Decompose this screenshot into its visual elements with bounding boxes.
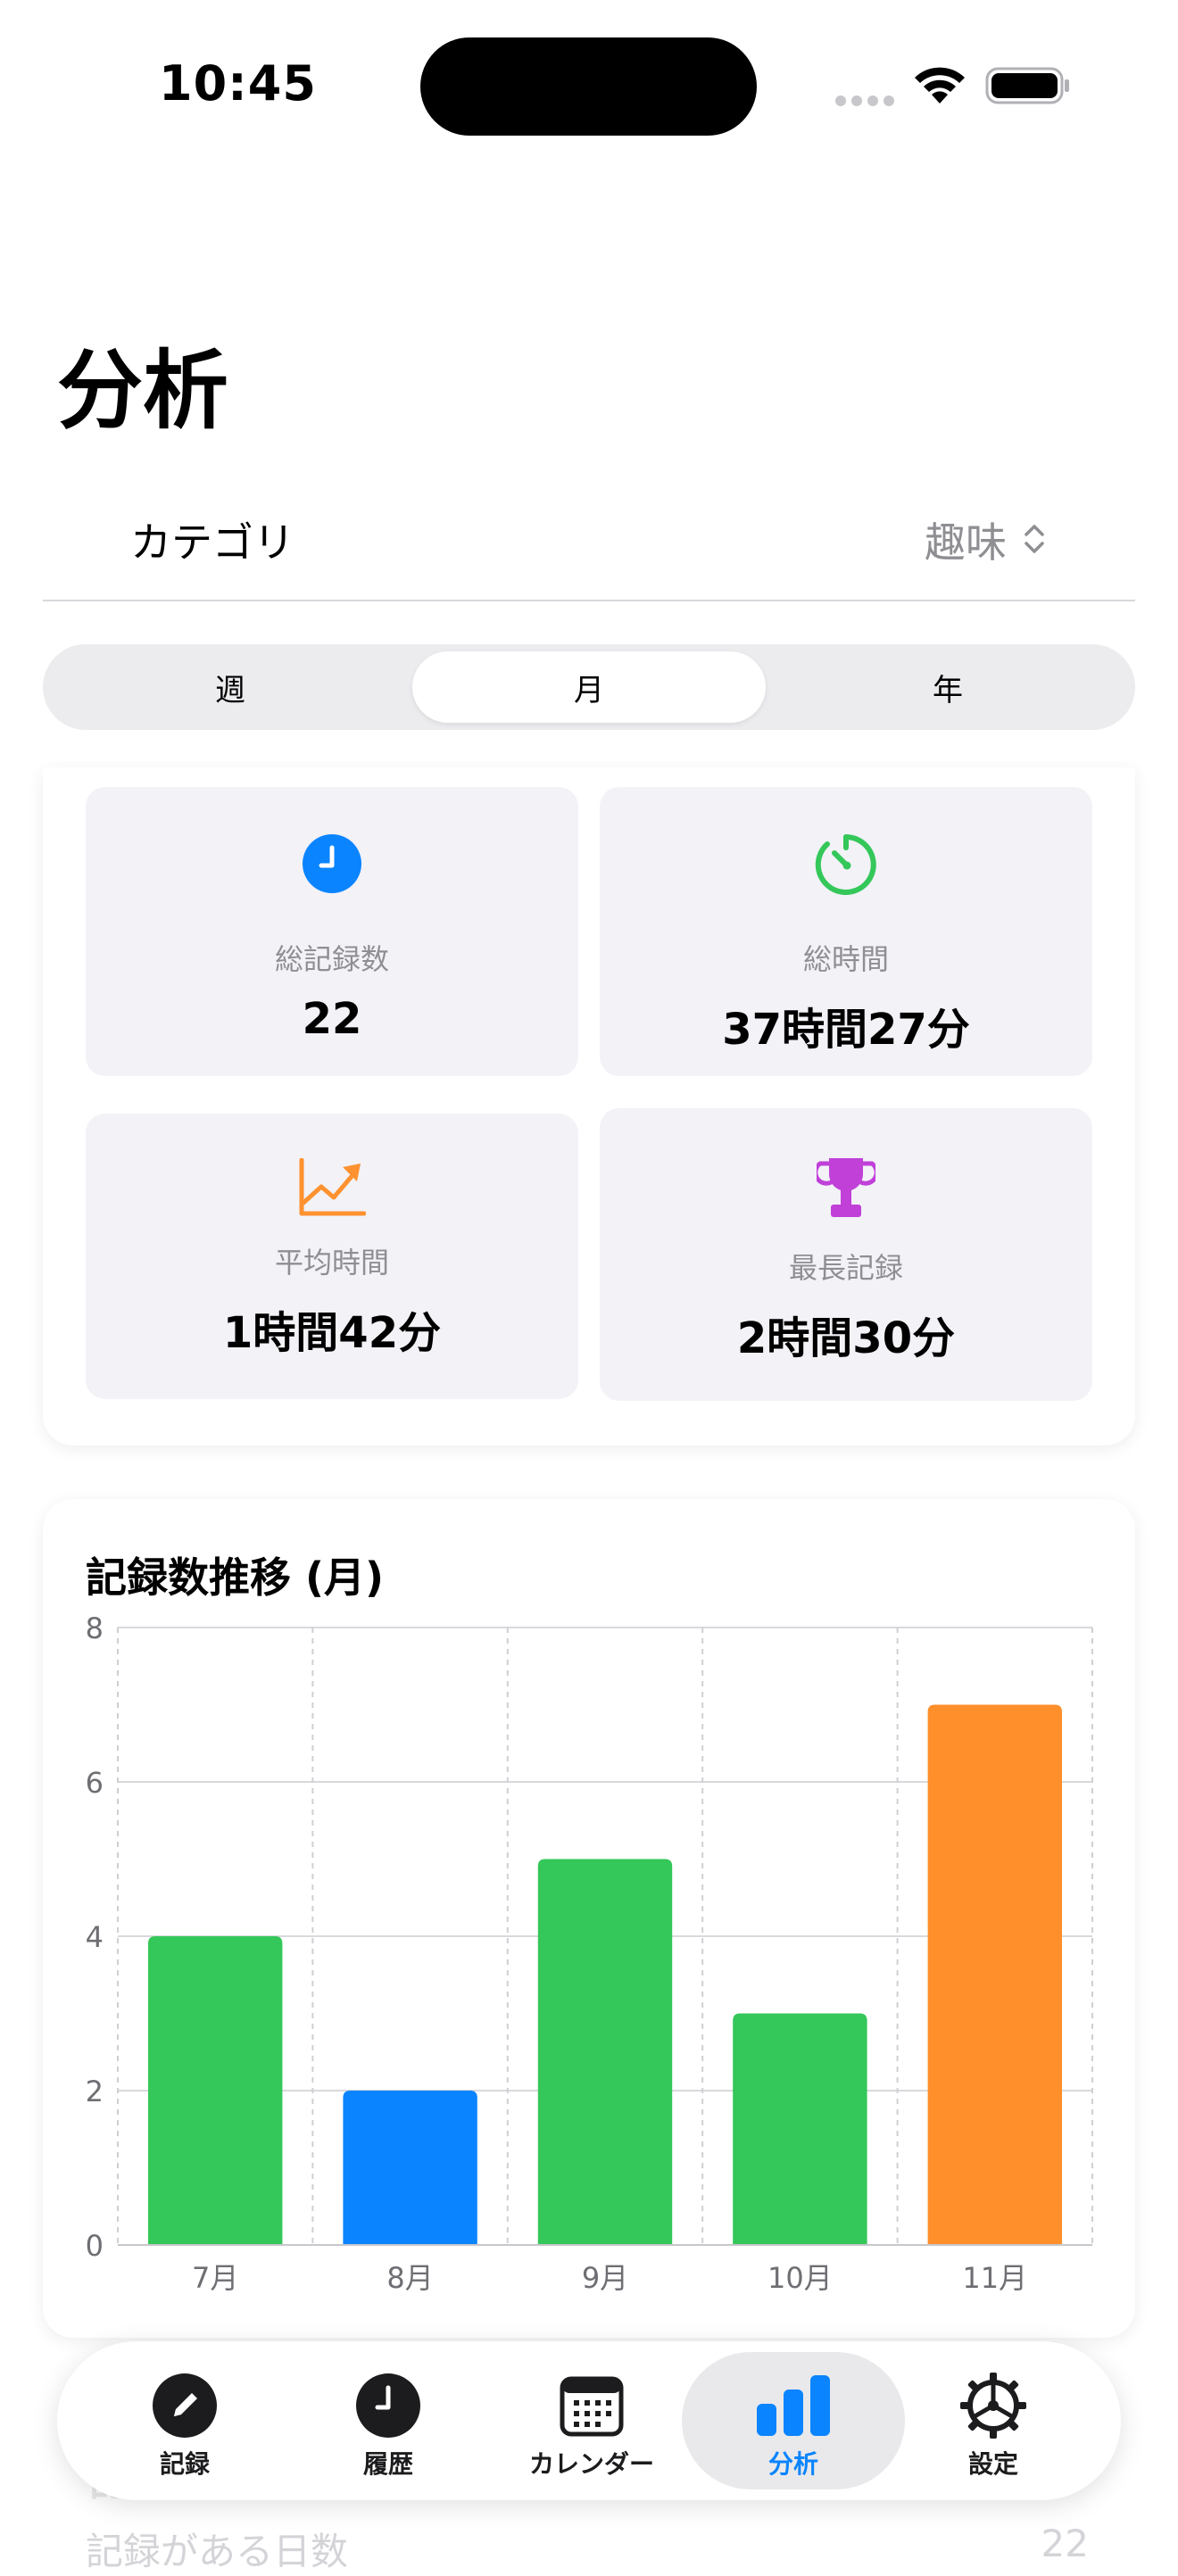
battery-icon: [985, 67, 1069, 104]
stat-total-records: 総記録数 22: [86, 787, 578, 1076]
records-chart-card: 記録数推移 (月) 0 2 4 6 8 7月 8月 9月 10月 11月: [43, 1499, 1135, 2338]
gear-icon: [960, 2373, 1026, 2439]
tab-label: 分析: [767, 2449, 818, 2479]
segment-year[interactable]: 年: [771, 651, 1124, 723]
stat-total-time: 総時間 37時間27分: [600, 787, 1092, 1076]
cellular-signal-icon: [835, 93, 900, 110]
tab-label: 履歴: [362, 2449, 413, 2479]
row-label: 記録がある日数: [86, 2530, 349, 2573]
bar-chart: 0 2 4 6 8 7月 8月 9月 10月 11月: [86, 1611, 1093, 2295]
stat-label: 最長記録: [788, 1251, 903, 1285]
stat-label: 平均時間: [274, 1246, 389, 1280]
bar: [927, 1704, 1062, 2245]
tab-record[interactable]: 記録: [73, 2352, 296, 2489]
x-tick-label: 11月: [962, 2261, 1027, 2295]
y-tick-label: 2: [86, 2075, 104, 2108]
stat-value: 37時間27分: [722, 1005, 970, 1055]
category-value: 趣味: [925, 518, 1007, 567]
page-title: 分析: [57, 341, 228, 441]
x-tick-label: 9月: [582, 2261, 628, 2295]
x-tick-label: 10月: [767, 2261, 833, 2295]
y-tick-label: 0: [86, 2229, 104, 2263]
tab-label: 設定: [967, 2449, 1018, 2479]
segment-month[interactable]: 月: [412, 651, 766, 723]
stat-longest-record: 最長記録 2時間30分: [600, 1108, 1092, 1401]
clock-icon: [303, 834, 361, 893]
divider: [43, 600, 1135, 601]
bar: [537, 1859, 673, 2245]
tab-label: 記録: [159, 2449, 210, 2479]
bar: [343, 2091, 477, 2245]
tab-analysis[interactable]: 分析: [682, 2352, 905, 2489]
trophy-icon: [817, 1158, 875, 1217]
category-picker[interactable]: 趣味: [867, 510, 1046, 567]
y-tick-label: 4: [86, 1920, 104, 1954]
trend-chart-icon: [299, 1158, 366, 1216]
stat-average-time: 平均時間 1時間42分: [86, 1114, 578, 1399]
tab-calendar[interactable]: カレンダー: [480, 2352, 703, 2489]
stat-value: 1時間42分: [222, 1308, 442, 1358]
stat-label: 総時間: [802, 942, 889, 976]
x-tick-label: 8月: [386, 2261, 433, 2295]
bar: [733, 2013, 867, 2245]
tab-settings[interactable]: 設定: [882, 2352, 1105, 2489]
tab-history[interactable]: 履歴: [277, 2352, 500, 2489]
segment-week[interactable]: 週: [54, 651, 407, 723]
stat-label: 総記録数: [274, 942, 389, 976]
x-tick-label: 7月: [192, 2261, 238, 2295]
tab-bar: 記録 履歴 カレンダー 分析 設定: [57, 2341, 1121, 2500]
wifi-icon: [915, 67, 965, 104]
y-tick-label: 6: [86, 1766, 104, 1800]
period-segmented-control: 週 月 年: [43, 644, 1135, 730]
status-time: 10:45: [159, 55, 317, 112]
bar-chart-icon: [757, 2375, 830, 2436]
y-tick-label: 8: [86, 1611, 104, 1645]
clock-icon: [356, 2373, 420, 2438]
dynamic-island: [420, 37, 757, 136]
chevron-up-down-icon: [1025, 525, 1044, 553]
tab-label: カレンダー: [528, 2449, 654, 2479]
timer-icon: [815, 834, 876, 895]
bar: [148, 1936, 283, 2245]
pencil-icon: [153, 2373, 217, 2438]
category-label: カテゴリ: [130, 518, 294, 567]
stats-card: 総記録数 22 総時間 37時間27分 平均時間 1時間42分 最長記録 2時間: [43, 767, 1135, 1445]
stat-value: 22: [302, 994, 362, 1044]
calendar-icon: [560, 2376, 624, 2437]
stat-value: 2時間30分: [736, 1313, 956, 1363]
